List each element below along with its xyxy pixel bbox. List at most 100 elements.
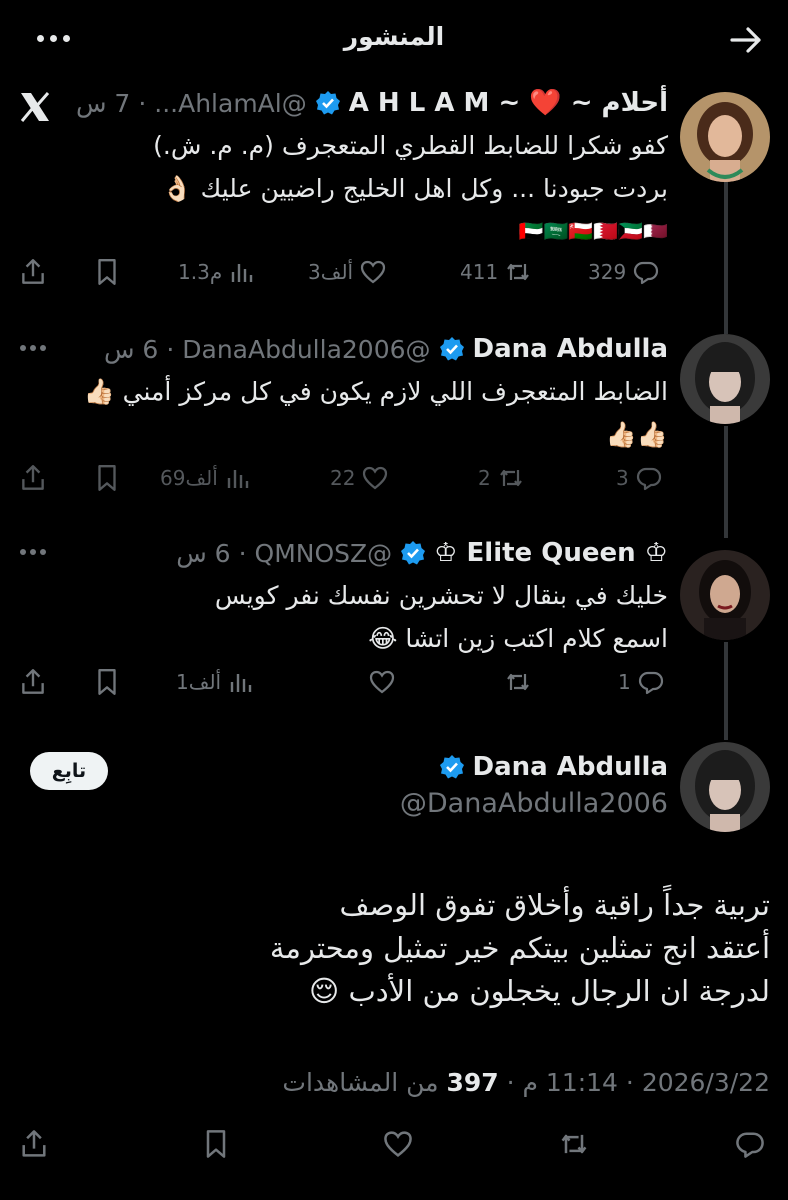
reply-button[interactable]: 3 — [616, 460, 663, 496]
views-count: 69ألف — [160, 466, 218, 490]
bookmark-button[interactable] — [92, 460, 122, 496]
main-post-actions — [18, 1126, 770, 1170]
post-line: 👍🏻👍🏻 — [605, 420, 668, 449]
avatar[interactable] — [680, 92, 770, 182]
views-button[interactable]: 1.3م — [178, 254, 256, 290]
bookmark-icon — [98, 259, 116, 285]
back-arrow-icon[interactable] — [728, 22, 764, 58]
like-button[interactable]: 3ألف — [308, 254, 387, 290]
follow-button[interactable]: تابِع — [30, 752, 108, 790]
main-post-text: تربية جداً راقية وأخلاق تفوق الوصف أعتقد… — [270, 884, 770, 1013]
views-button[interactable]: 69ألف — [160, 460, 252, 496]
repost-icon — [499, 469, 522, 487]
bookmark-button[interactable] — [92, 254, 122, 290]
post-timestamp: 2026/3/22 · 11:14 م · 397 من المشاهدات — [282, 1068, 770, 1097]
views-count: 1.3م — [178, 260, 223, 284]
reply-button[interactable]: 1 — [618, 664, 665, 700]
share-button[interactable] — [18, 254, 48, 290]
post-time: 6 س — [176, 538, 231, 568]
post-line: الضابط المتعجرف اللي لازم يكون في كل مرك… — [83, 377, 668, 406]
thread-connector — [724, 642, 728, 740]
separator-dot: · — [238, 538, 247, 568]
author-handle[interactable]: @QMNOSZ — [255, 539, 393, 568]
post-actions: 1.3م 3ألف 411 329 — [18, 254, 668, 290]
views-chart-icon — [230, 674, 252, 692]
verified-badge-icon — [439, 754, 465, 780]
heart-icon — [363, 466, 388, 490]
share-icon — [22, 259, 44, 284]
repost-icon — [561, 1134, 587, 1154]
like-button[interactable] — [382, 1126, 414, 1162]
timestamp-text: 2026/3/22 · 11:14 م · — [498, 1068, 770, 1097]
reply-button[interactable] — [734, 1126, 766, 1162]
avatar[interactable] — [680, 742, 770, 832]
share-icon — [22, 669, 44, 694]
repost-icon — [507, 673, 529, 691]
verified-badge-icon — [439, 336, 465, 362]
bookmark-button[interactable] — [200, 1126, 232, 1162]
post-actions: 69ألف 22 2 3 — [18, 460, 668, 496]
author-name[interactable]: أحلام ~ ❤️ ~ A H L A M — [349, 88, 668, 118]
like-button[interactable]: 22 — [330, 460, 389, 496]
verified-badge-icon — [400, 540, 426, 566]
replies-count: 329 — [588, 260, 627, 284]
bookmark-button[interactable] — [92, 664, 122, 700]
top-bar: المنشور — [0, 0, 788, 80]
author-name[interactable]: Dana Abdulla — [473, 752, 668, 782]
post-more-icon[interactable] — [18, 542, 48, 562]
thread-connector — [724, 426, 728, 538]
post-time: 6 س — [103, 334, 159, 364]
post-header: أحلام ~ ❤️ ~ A H L A M @AhlamAl... · 7 س — [76, 82, 668, 124]
likes-count: 22 — [330, 466, 356, 490]
reposts-count: 411 — [460, 260, 499, 284]
reply-button[interactable]: 329 — [588, 254, 660, 290]
reply-bubble-icon — [634, 261, 659, 285]
author-name[interactable]: Dana Abdulla — [473, 334, 668, 364]
main-post-author: Dana Abdulla — [439, 752, 668, 782]
views-label: من المشاهدات — [282, 1068, 447, 1097]
post-header: ♔ Elite Queen ♔ @QMNOSZ · 6 س — [176, 532, 668, 574]
reply-bubble-icon — [636, 467, 661, 491]
author-handle[interactable]: @AhlamAl... — [154, 89, 306, 118]
post-actions: 1ألف 1 — [18, 664, 668, 700]
repost-icon — [507, 263, 530, 281]
replies-count: 3 — [616, 466, 629, 490]
likes-count: 3ألف — [308, 260, 354, 284]
separator-dot: · — [138, 88, 147, 118]
post-text: كفو شكرا للضابط القطري المتعجرف (م. م. ش… — [153, 124, 668, 253]
share-button[interactable] — [18, 664, 48, 700]
x-logo-icon — [18, 90, 52, 124]
post-header: Dana Abdulla @DanaAbdulla2006 · 6 س — [104, 328, 668, 370]
post-text: الضابط المتعجرف اللي لازم يكون في كل مرك… — [84, 370, 668, 456]
views-button[interactable]: 1ألف — [176, 664, 255, 700]
author-handle[interactable]: @DanaAbdulla2006 — [400, 788, 668, 819]
reply-bubble-icon — [638, 671, 663, 695]
repost-button[interactable]: 411 — [460, 254, 532, 290]
avatar[interactable] — [680, 334, 770, 424]
bookmark-icon — [98, 669, 116, 695]
reposts-count: 2 — [478, 466, 491, 490]
repost-button[interactable] — [558, 1126, 590, 1162]
views-chart-icon — [227, 470, 249, 488]
views-chart-icon — [232, 264, 253, 282]
repost-button[interactable] — [498, 664, 532, 700]
reply-bubble-icon — [736, 1132, 764, 1158]
author-name[interactable]: ♔ Elite Queen ♔ — [434, 538, 668, 568]
share-button[interactable] — [18, 460, 48, 496]
avatar[interactable] — [680, 550, 770, 640]
author-handle[interactable]: @DanaAbdulla2006 — [182, 335, 430, 364]
post-line: اسمع كلام اكتب زين اتشا 😂 — [368, 624, 668, 653]
post-line: خليك في بنقال لا تحشرين نفسك نفر كويس — [214, 581, 668, 610]
thread-connector — [724, 162, 728, 334]
views-total: 397 — [446, 1068, 499, 1097]
post-line: لدرجة ان الرجال يخجلون من الأدب 😌 — [309, 974, 770, 1008]
like-button[interactable] — [362, 664, 396, 700]
post-more-icon[interactable] — [18, 338, 48, 358]
repost-button[interactable]: 2 — [478, 460, 525, 496]
post-line: بردت جبودنا ... وكل اهل الخليج راضيين عل… — [161, 174, 668, 203]
separator-dot: · — [166, 334, 175, 364]
share-button[interactable] — [18, 1126, 50, 1162]
post-text: خليك في بنقال لا تحشرين نفسك نفر كويس اس… — [215, 574, 668, 660]
heart-icon — [360, 260, 386, 284]
heart-icon — [384, 1131, 412, 1158]
